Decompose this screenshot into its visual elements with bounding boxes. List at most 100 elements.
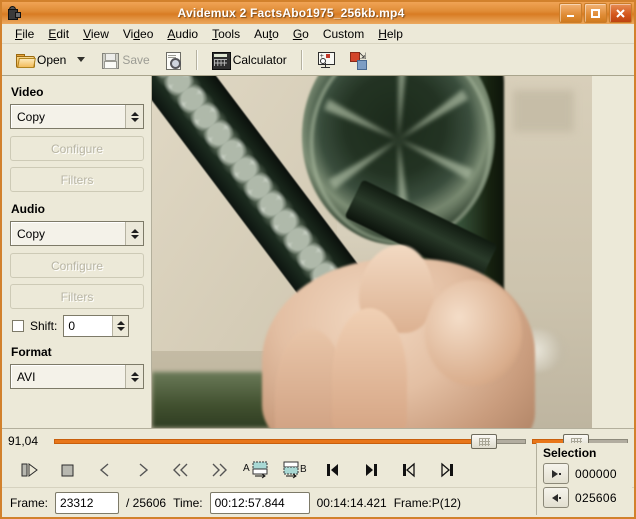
jobs-button[interactable]: + [311, 48, 341, 72]
chevron-down-icon[interactable] [77, 57, 85, 62]
queue-shift-icon: ⇲ [349, 51, 367, 69]
menu-bar: File Edit View Video Audio Tools Auto Go… [2, 24, 634, 44]
selection-title: Selection [543, 446, 628, 460]
menu-item-edit[interactable]: Edit [41, 25, 76, 43]
time-value: 00:12:57.844 [215, 496, 285, 510]
play-button[interactable] [10, 455, 48, 485]
previous-frame-button[interactable] [86, 455, 124, 485]
mark-b-button[interactable]: B [276, 455, 314, 485]
menu-item-tools[interactable]: Tools [205, 25, 247, 43]
format-combo[interactable]: AVI [10, 364, 144, 389]
calculator-button-label: Calculator [233, 53, 287, 67]
video-codec-spinner-icon[interactable] [125, 105, 143, 128]
menu-item-go[interactable]: Go [286, 25, 316, 43]
marker-a-icon [552, 470, 558, 478]
save-button-label: Save [122, 53, 149, 67]
tool-bar: Open Save Calculator + [2, 44, 634, 76]
audio-codec-spinner-icon[interactable] [125, 222, 143, 245]
calculator-button[interactable]: Calculator [206, 48, 293, 72]
menu-item-file[interactable]: File [8, 25, 41, 43]
title-bar[interactable]: Avidemux 2 FactsAbo1975_256kb.mp4 [2, 2, 634, 24]
selection-b-value: 025606 [575, 491, 617, 505]
toolbar-separator [196, 50, 198, 70]
menu-item-custom[interactable]: Custom [316, 25, 371, 43]
close-button[interactable] [609, 3, 632, 23]
queue-shift-button[interactable]: ⇲ [343, 48, 373, 72]
video-codec-combo[interactable]: Copy [10, 104, 144, 129]
video-configure-button[interactable]: Configure [10, 136, 144, 161]
menu-item-auto[interactable]: Auto [247, 25, 286, 43]
audio-section-label: Audio [11, 202, 143, 216]
format-spinner-icon[interactable] [125, 365, 143, 388]
menu-item-help[interactable]: Help [371, 25, 410, 43]
frame-label: Frame: [10, 496, 48, 510]
camera-icon [5, 5, 21, 21]
video-preview-frame[interactable] [152, 76, 592, 428]
shift-value-spinbox[interactable]: 0 [63, 315, 129, 337]
toolbar-separator-2 [301, 50, 303, 70]
window-controls [559, 3, 632, 23]
seek-slider-fill [54, 439, 484, 444]
next-keyframe-button[interactable] [352, 455, 390, 485]
time-input[interactable]: 00:12:57.844 [210, 492, 310, 514]
jobs-board-icon: + [317, 51, 335, 69]
video-codec-value: Copy [11, 110, 125, 124]
video-area-padding [592, 76, 634, 428]
mark-a-button[interactable]: A [238, 455, 276, 485]
seek-slider-handle[interactable] [471, 434, 497, 449]
set-marker-a-button[interactable] [543, 463, 569, 484]
go-to-end-button[interactable] [428, 455, 466, 485]
selection-b-row: 025606 [543, 487, 628, 508]
format-value: AVI [11, 370, 125, 384]
previous-keyframe-button[interactable] [314, 455, 352, 485]
shift-checkbox[interactable] [12, 320, 24, 332]
encoder-sidebar: Video Copy Configure Filters Audio Copy … [2, 76, 152, 428]
selection-panel: Selection 000000 025606 [536, 443, 632, 515]
fast-forward-button[interactable] [200, 455, 238, 485]
shift-label: Shift: [30, 319, 57, 333]
audio-shift-row: Shift: 0 [12, 315, 143, 337]
shift-value: 0 [64, 319, 112, 333]
minimize-button[interactable] [559, 3, 582, 23]
folder-open-icon [16, 51, 34, 69]
menu-item-view[interactable]: View [76, 25, 116, 43]
menu-item-audio[interactable]: Audio [160, 25, 205, 43]
rewind-button[interactable] [162, 455, 200, 485]
seek-slider[interactable] [54, 432, 526, 450]
total-time-label: 00:14:14.421 [317, 496, 387, 510]
frame-value: 23312 [60, 496, 93, 510]
frame-type-label: Frame:P(12) [394, 496, 461, 510]
marker-b-icon [552, 494, 558, 502]
window-title: Avidemux 2 FactsAbo1975_256kb.mp4 [25, 6, 559, 20]
open-button[interactable]: Open [10, 48, 72, 72]
avidemux-window: Avidemux 2 FactsAbo1975_256kb.mp4 File E… [0, 0, 636, 519]
script-preview-button[interactable] [158, 48, 188, 72]
save-button[interactable]: Save [95, 48, 155, 72]
stop-button[interactable] [48, 455, 86, 485]
selection-a-value: 000000 [575, 467, 617, 481]
selection-a-row: 000000 [543, 463, 628, 484]
maximize-button[interactable] [584, 3, 607, 23]
open-button-label: Open [37, 53, 66, 67]
menu-item-video[interactable]: Video [116, 25, 161, 43]
frame-total-label: / 25606 [126, 496, 166, 510]
audio-filters-button[interactable]: Filters [10, 284, 144, 309]
frame-input[interactable]: 23312 [55, 492, 119, 514]
svg-text:A: A [243, 463, 250, 474]
video-filters-button[interactable]: Filters [10, 167, 144, 192]
position-percent-label: 91,04 [8, 434, 48, 448]
calculator-icon [212, 51, 230, 69]
shift-spinner-icon[interactable] [112, 316, 128, 336]
format-section-label: Format [11, 345, 143, 359]
floppy-disk-icon [101, 51, 119, 69]
time-label: Time: [173, 496, 203, 510]
audio-codec-combo[interactable]: Copy [10, 221, 144, 246]
video-preview-area[interactable] [152, 76, 634, 428]
main-area: Video Copy Configure Filters Audio Copy … [2, 76, 634, 428]
set-marker-b-button[interactable] [543, 487, 569, 508]
video-section-label: Video [11, 85, 143, 99]
go-to-start-button[interactable] [390, 455, 428, 485]
audio-configure-button[interactable]: Configure [10, 253, 144, 278]
next-frame-button[interactable] [124, 455, 162, 485]
audio-codec-value: Copy [11, 227, 125, 241]
